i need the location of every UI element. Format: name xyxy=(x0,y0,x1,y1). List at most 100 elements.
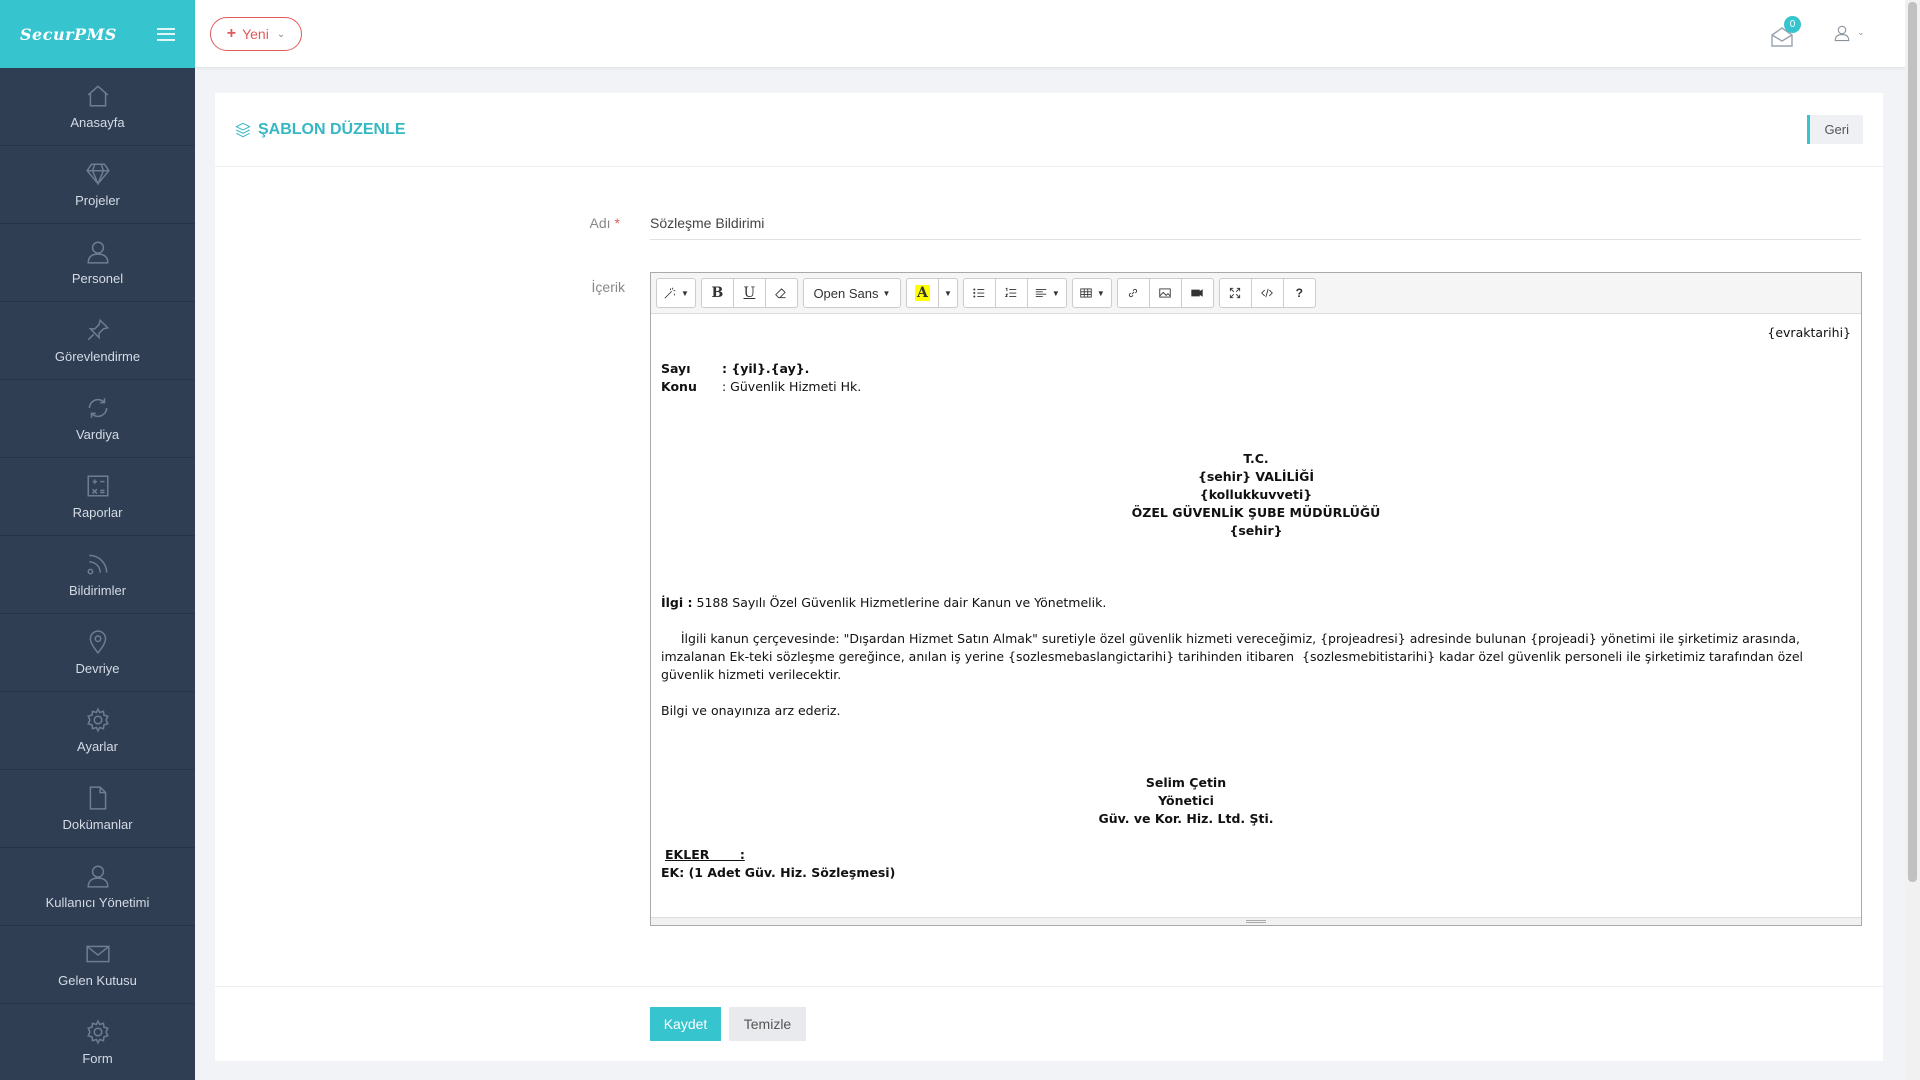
layers-icon xyxy=(235,122,251,137)
sidebar-item-devriye[interactable]: Devriye xyxy=(0,614,195,692)
diamond-icon xyxy=(85,163,110,186)
sidebar-item-bildirimler[interactable]: Bildirimler xyxy=(0,536,195,614)
sidebar-item-projeler[interactable]: Projeler xyxy=(0,146,195,224)
header-line: {kollukkuvveti} xyxy=(1199,487,1313,502)
style-magic-button[interactable]: ▼ xyxy=(656,278,696,308)
calculator-icon xyxy=(86,475,109,497)
name-input[interactable] xyxy=(650,210,1861,240)
page-title: ŞABLON DÜZENLE xyxy=(235,121,406,139)
inbox-button[interactable]: 0 xyxy=(1770,16,1801,48)
editor-resize-handle[interactable] xyxy=(651,917,1861,925)
user-menu[interactable]: ⌄ xyxy=(1833,24,1865,42)
sidebar-item-label: Projeler xyxy=(75,193,120,208)
image-button[interactable] xyxy=(1148,278,1182,308)
align-left-icon xyxy=(1035,289,1047,297)
paragraph-align-button[interactable]: ▼ xyxy=(1026,278,1067,308)
page-scrollbar[interactable] xyxy=(1905,0,1920,1080)
sidebar-item-ayarlar[interactable]: Ayarlar xyxy=(0,692,195,770)
eraser-icon xyxy=(775,288,787,299)
highlight-color-button[interactable]: A xyxy=(905,278,939,308)
fullscreen-button[interactable] xyxy=(1218,278,1252,308)
rss-icon xyxy=(86,554,107,575)
home-icon xyxy=(87,85,108,107)
color-dropdown-button[interactable]: ▼ xyxy=(937,278,958,308)
image-icon xyxy=(1159,288,1171,298)
sidebar-item-label: Raporlar xyxy=(72,505,123,520)
sidebar-item-form[interactable]: Form xyxy=(0,1004,195,1080)
table-button[interactable]: ▼ xyxy=(1071,278,1112,308)
underline-button[interactable]: U xyxy=(732,278,766,308)
ordered-list-button[interactable] xyxy=(994,278,1028,308)
sidebar-item-vardiya[interactable]: Vardiya xyxy=(0,380,195,458)
sidebar-item-raporlar[interactable]: Raporlar xyxy=(0,458,195,536)
sidebar-item-label: Dokümanlar xyxy=(62,817,133,832)
refresh-icon xyxy=(88,398,107,418)
link-icon xyxy=(1129,288,1138,298)
menu-toggle-icon[interactable] xyxy=(157,27,175,41)
new-button[interactable]: + Yeni ⌄ xyxy=(210,17,302,51)
mail-icon xyxy=(85,945,110,963)
link-button[interactable] xyxy=(1116,278,1150,308)
name-label: Adı * xyxy=(589,215,620,231)
fullscreen-icon xyxy=(1230,287,1241,299)
document-date: {evraktarihi} xyxy=(1767,325,1851,340)
form-footer-divider xyxy=(215,986,1883,987)
signature-title: Yönetici xyxy=(1158,793,1214,808)
closing-line: Bilgi ve onayınıza arz ederiz. xyxy=(661,703,841,718)
pin-icon xyxy=(87,318,109,341)
chevron-down-icon: ⌄ xyxy=(1857,28,1865,38)
font-family-select[interactable]: Open Sans ▼ xyxy=(802,278,901,308)
ilgi-row: İlgi : 5188 Sayılı Özel Güvenlik Hizmetl… xyxy=(661,595,1107,610)
clear-format-button[interactable] xyxy=(764,278,798,308)
save-button[interactable]: Kaydet xyxy=(650,1007,721,1041)
editor-content[interactable]: {evraktarihi} Sayı: {yil}.{ay}. Konu: Gü… xyxy=(651,314,1861,914)
header-line: ÖZEL GÜVENLİK ŞUBE MÜDÜRLÜĞÜ xyxy=(1131,505,1381,520)
document-icon xyxy=(89,786,106,810)
plus-icon: + xyxy=(226,25,237,42)
sidebar-item-personel[interactable]: Personel xyxy=(0,224,195,302)
sidebar-item-label: Personel xyxy=(71,271,124,286)
unordered-list-button[interactable] xyxy=(962,278,996,308)
sidebar-item-gelen-kutusu[interactable]: Gelen Kutusu xyxy=(0,926,195,1004)
sidebar-item-label: Gelen Kutusu xyxy=(58,973,137,988)
gear-icon xyxy=(86,1019,109,1045)
user-icon xyxy=(86,241,109,264)
bold-button[interactable]: B xyxy=(700,278,734,308)
bullet-list-icon xyxy=(973,288,985,298)
back-button[interactable]: Geri xyxy=(1807,115,1863,144)
signature-name: Selim Çetin xyxy=(1145,775,1227,790)
ekler-heading: EKLER : xyxy=(665,847,745,862)
sidebar-item-label: Görevlendirme xyxy=(54,349,141,364)
help-button[interactable]: ? xyxy=(1282,278,1316,308)
clear-button[interactable]: Temizle xyxy=(729,1007,806,1041)
sidebar-item-label: Form xyxy=(82,1051,113,1066)
numbered-list-icon xyxy=(1005,287,1017,297)
new-button-label: Yeni xyxy=(242,26,269,42)
video-button[interactable] xyxy=(1180,278,1214,308)
page-title-text: ŞABLON DÜZENLE xyxy=(258,120,406,138)
sidebar-item-label: Ayarlar xyxy=(77,739,118,754)
brand-logo[interactable]: SecurPMS xyxy=(20,25,117,44)
content-label: İçerik xyxy=(591,279,625,295)
sidebar-item-label: Bildirimler xyxy=(68,583,127,598)
code-view-button[interactable] xyxy=(1250,278,1284,308)
required-mark: * xyxy=(614,215,620,231)
video-icon xyxy=(1191,289,1203,297)
body-paragraph: İlgili kanun çerçevesinde: "Dışardan Hiz… xyxy=(661,631,1808,682)
card-header: ŞABLON DÜZENLE Geri xyxy=(215,93,1883,167)
sidebar-item-label: Anasayfa xyxy=(70,115,125,130)
sidebar-item-label: Kullanıcı Yönetimi xyxy=(45,895,150,910)
sidebar-item-anasayfa[interactable]: Anasayfa xyxy=(0,68,195,146)
topbar: + Yeni ⌄ 0 ⌄ xyxy=(195,0,1905,68)
template-edit-card: ŞABLON DÜZENLE Geri Adı* İçerik ▼ B U Op… xyxy=(215,93,1883,1061)
user-icon xyxy=(86,865,109,888)
konu-row: Konu: Güvenlik Hizmeti Hk. xyxy=(661,379,862,394)
gear-icon xyxy=(86,707,109,733)
sidebar-item-dokumanlar[interactable]: Dokümanlar xyxy=(0,770,195,848)
sidebar-item-label: Devriye xyxy=(75,661,120,676)
scrollbar-thumb[interactable] xyxy=(1908,2,1917,882)
sidebar-item-gorevlendirme[interactable]: Görevlendirme xyxy=(0,302,195,380)
editor-toolbar: ▼ B U Open Sans ▼ A ▼ ▼ ▼ ? xyxy=(651,273,1861,314)
header-line: {sehir} xyxy=(1229,523,1283,538)
sidebar-item-kullanici-yonetimi[interactable]: Kullanıcı Yönetimi xyxy=(0,848,195,926)
